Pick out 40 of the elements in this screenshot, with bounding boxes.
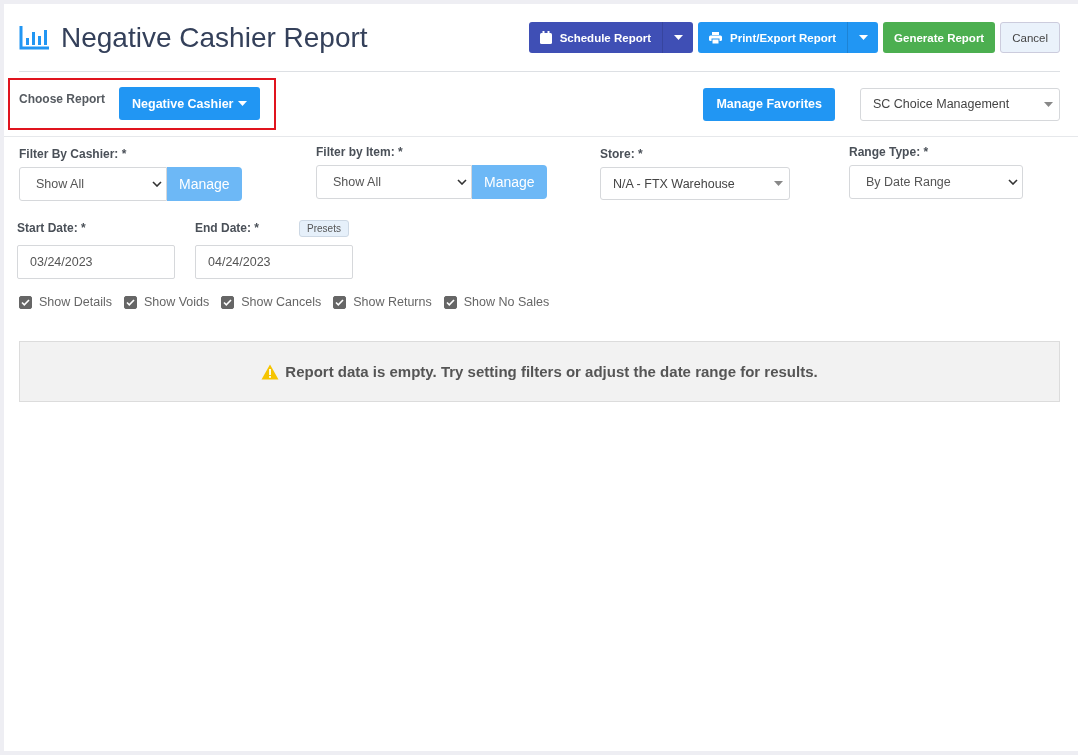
choose-report-label: Choose Report	[19, 91, 105, 106]
chevron-down-icon	[1008, 179, 1018, 185]
date-field[interactable]: 03/24/2023	[17, 245, 175, 279]
checkbox-label: Show Cancels	[241, 295, 322, 309]
warning-icon	[261, 363, 280, 380]
date-label: End Date: *	[195, 221, 259, 235]
checkbox[interactable]	[333, 295, 347, 309]
date-field[interactable]: 04/24/2023	[195, 245, 353, 279]
caret-icon	[673, 35, 683, 40]
company-select[interactable]: SC Choice Management	[860, 87, 1060, 121]
printer-icon	[709, 31, 722, 44]
checkbox-label: Show Voids	[143, 295, 210, 309]
checkbox[interactable]	[443, 295, 457, 309]
checkbox[interactable]	[221, 295, 235, 309]
checkbox-label: Show Details	[39, 295, 112, 309]
caret-icon	[1044, 101, 1053, 107]
checkbox-label: Show No Sales	[463, 295, 550, 309]
presets-button[interactable]: Presets	[299, 219, 349, 237]
alert-message: Report data is empty. Try setting filters or adjust the date range for results.	[285, 363, 818, 380]
field-label: Filter by Item: *	[316, 145, 404, 159]
date-label: Start Date: *	[17, 221, 86, 235]
bar-chart-icon	[19, 25, 49, 50]
chevron-down-icon	[457, 179, 467, 185]
caret-icon	[774, 181, 783, 186]
filter-select[interactable]: Show All	[19, 167, 167, 201]
calendar-icon	[539, 31, 552, 44]
field-label: Range Type: *	[849, 145, 930, 159]
checkbox-label: Show Returns	[353, 295, 432, 309]
chevron-down-icon	[152, 181, 162, 187]
page-title: Negative Cashier Report	[61, 21, 368, 54]
store-select[interactable]: N/A - FTX Warehouse	[600, 167, 790, 200]
field-label: Store: *	[600, 147, 644, 161]
field-label: Filter By Cashier: *	[19, 147, 128, 161]
checkbox[interactable]	[123, 295, 137, 309]
cancel-button[interactable]: Cancel	[1000, 22, 1060, 53]
range-type-select[interactable]: By Date Range	[849, 165, 1023, 199]
caret-icon	[238, 101, 248, 106]
caret-icon	[858, 35, 868, 40]
checkbox[interactable]	[19, 295, 32, 309]
filter-select[interactable]: Show All	[316, 165, 472, 199]
